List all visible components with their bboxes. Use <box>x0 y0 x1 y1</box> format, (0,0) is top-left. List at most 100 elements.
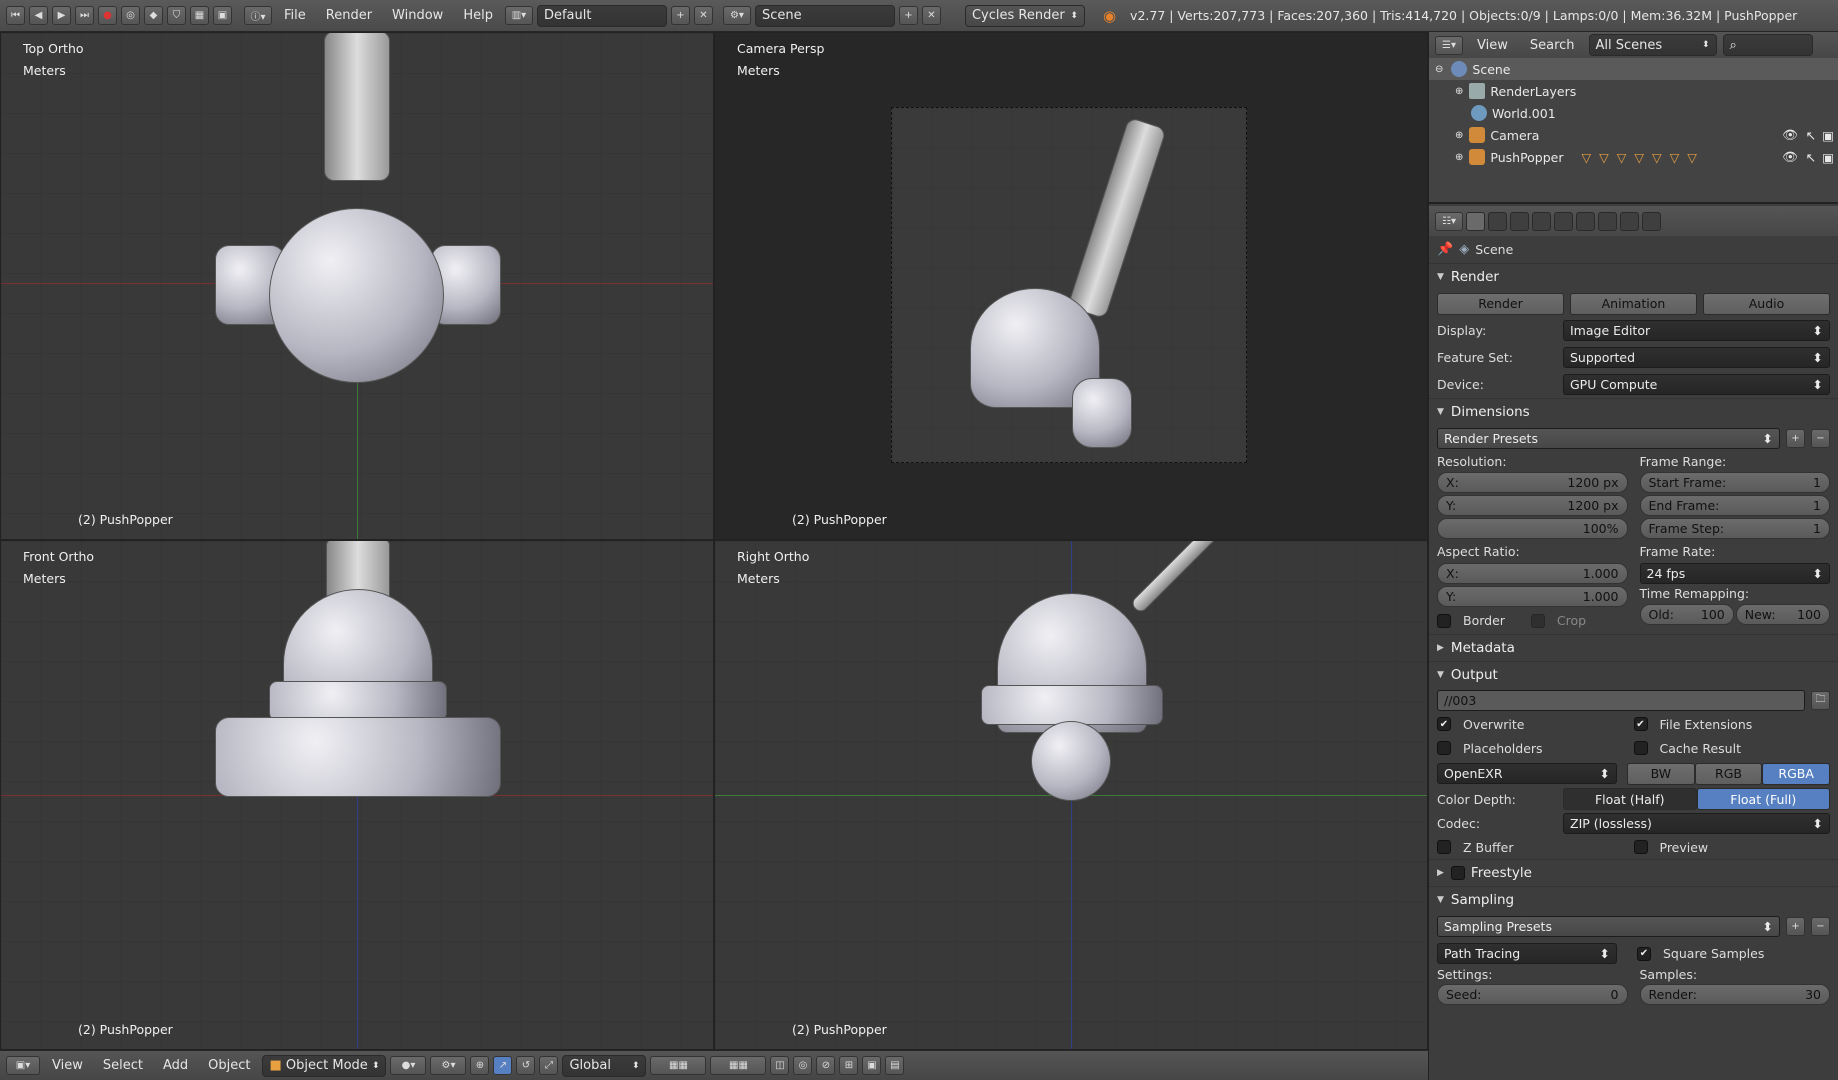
shading-icon[interactable]: ●▾ <box>390 1056 427 1075</box>
render-toggle-icon[interactable]: ▣ <box>1822 128 1834 143</box>
collapse-icon[interactable]: ⊖ <box>1435 64 1443 75</box>
viewport-right-ortho[interactable]: Right Ortho Meters (2) PushPopper <box>714 540 1428 1050</box>
menu-help[interactable]: Help <box>455 8 501 23</box>
render-presets-select[interactable]: Render Presets ⬍ <box>1437 428 1780 449</box>
outliner-item-world[interactable]: World.001 <box>1429 102 1838 124</box>
object-tab-icon[interactable] <box>1554 211 1573 231</box>
constraints-tab-icon[interactable] <box>1576 211 1595 231</box>
overwrite-checkbox[interactable]: ✔ <box>1437 717 1451 731</box>
close-icon[interactable]: ✕ <box>693 6 713 25</box>
add-preset-icon[interactable]: + <box>1786 917 1805 936</box>
scene-field[interactable]: Scene <box>754 4 895 27</box>
color-rgba-button[interactable]: RGBA <box>1762 762 1831 785</box>
play-icon[interactable]: ▶ <box>52 6 71 25</box>
cache-checkbox[interactable] <box>1633 741 1648 755</box>
expand-icon[interactable]: ⊕ <box>1455 152 1463 163</box>
preview-checkbox[interactable] <box>1633 840 1648 854</box>
search-input[interactable]: ⌕ <box>1722 34 1813 56</box>
float-half-button[interactable]: Float (Half) <box>1563 788 1697 810</box>
eye-icon[interactable]: 👁 <box>1782 149 1798 165</box>
jump-end-icon[interactable]: ⏭ <box>75 6 94 25</box>
render-button[interactable]: Render <box>1437 292 1564 315</box>
sampling-presets-select[interactable]: Sampling Presets ⬍ <box>1437 916 1780 937</box>
viewport-front-ortho[interactable]: Front Ortho Meters (2) PushPopper <box>0 540 714 1050</box>
codec-select[interactable]: ZIP (lossless) ⬍ <box>1563 812 1830 834</box>
keyframe-icon[interactable]: ◆ <box>144 6 163 25</box>
float-full-button[interactable]: Float (Full) <box>1696 788 1830 810</box>
remove-preset-icon[interactable]: − <box>1811 917 1830 936</box>
output-panel-header[interactable]: ▼ Output <box>1437 662 1830 688</box>
zbuffer-checkbox[interactable] <box>1437 840 1451 854</box>
sampling-panel-header[interactable]: ▼ Sampling <box>1437 887 1830 913</box>
layers-tab-icon[interactable] <box>1488 211 1507 231</box>
animation-button[interactable]: Animation <box>1570 292 1697 315</box>
scale-icon[interactable]: ⤢ <box>539 1056 559 1075</box>
freestyle-checkbox[interactable] <box>1450 866 1465 880</box>
add-preset-icon[interactable]: + <box>1786 429 1805 448</box>
menu-object[interactable]: Object <box>200 1058 258 1073</box>
editor-type-icon[interactable]: ☷▾ <box>1435 211 1463 231</box>
render-engine-select[interactable]: Cycles Render ⬍ <box>964 4 1085 27</box>
menu-window[interactable]: Window <box>384 8 451 23</box>
layout-icon[interactable]: ▥▾ <box>504 6 533 25</box>
res-x-field[interactable]: X: 1200 px <box>1437 472 1628 493</box>
crop-checkbox[interactable] <box>1530 613 1545 628</box>
render-anim-icon[interactable]: ▤ <box>885 1056 905 1075</box>
outliner-item-pushpopper[interactable]: ⊕ PushPopper ▽▽▽▽▽▽▽ 👁 ↖ ▣ <box>1429 146 1838 168</box>
editor-type-icon[interactable]: ▣▾ <box>6 1056 40 1075</box>
menu-view[interactable]: View <box>44 1058 91 1073</box>
res-percent-field[interactable]: 100% <box>1437 518 1628 539</box>
checker-icon[interactable]: ▦ <box>190 6 209 25</box>
menu-view[interactable]: View <box>1469 38 1516 53</box>
layers-icon-2[interactable]: ▦▦ <box>710 1056 767 1075</box>
lock-icon[interactable]: ◫ <box>770 1056 790 1075</box>
outliner-item-scene[interactable]: ⊖ Scene <box>1429 58 1838 80</box>
add-icon[interactable]: + <box>670 6 690 25</box>
render-samples-field[interactable]: Render: 30 <box>1639 984 1830 1005</box>
screen-layout-field[interactable]: Default <box>536 4 667 27</box>
menu-add[interactable]: Add <box>155 1058 196 1073</box>
editor-type-icon[interactable]: ☰▾ <box>1435 35 1463 55</box>
orientation-select[interactable]: Global ⬍ <box>562 1054 647 1077</box>
record-icon[interactable]: ● <box>98 6 117 25</box>
outliner-item-camera[interactable]: ⊕ Camera 👁 ↖ ▣ <box>1429 124 1838 146</box>
jump-start-icon[interactable]: ⏮ <box>6 6 25 25</box>
render-icon[interactable]: ▣ <box>862 1056 882 1075</box>
expand-icon[interactable]: ⊕ <box>1455 86 1463 97</box>
rotate-icon[interactable]: ↺ <box>516 1056 536 1075</box>
delete-scene-icon[interactable]: ✕ <box>921 6 941 25</box>
shield-icon[interactable]: ⛉ <box>167 6 186 25</box>
aspect-x-field[interactable]: X: 1.000 <box>1437 563 1628 584</box>
square-samples-checkbox[interactable]: ✔ <box>1637 946 1651 961</box>
border-checkbox[interactable] <box>1437 613 1451 628</box>
render-toggle-icon[interactable]: ▣ <box>1822 150 1834 165</box>
file-format-select[interactable]: OpenEXR ⬍ <box>1437 763 1617 784</box>
mode-select[interactable]: ■ Object Mode ⬍ <box>262 1054 387 1077</box>
output-path-input[interactable]: //003 <box>1437 689 1805 711</box>
old-field[interactable]: Old: 100 <box>1639 604 1734 625</box>
modifiers-tab-icon[interactable] <box>1598 211 1617 231</box>
texture-tab-icon[interactable] <box>1620 211 1639 231</box>
keying-icon[interactable]: ◎ <box>121 6 140 25</box>
folder-icon[interactable]: 🗀 <box>1811 690 1830 710</box>
layers-icon[interactable]: ▦▦ <box>650 1056 707 1075</box>
translate-icon[interactable]: ↗ <box>493 1056 513 1075</box>
viewport-camera-persp[interactable]: Camera Persp Meters (2) PushPopper <box>714 32 1428 540</box>
manipulator-icon[interactable]: ⊕ <box>470 1056 490 1075</box>
info-editor-icon[interactable]: ⓘ▾ <box>244 6 272 25</box>
placeholders-checkbox[interactable] <box>1437 741 1451 755</box>
display-select[interactable]: Image Editor ⬍ <box>1563 320 1830 341</box>
camera-icon[interactable]: ▣ <box>213 6 232 25</box>
audio-button[interactable]: Audio <box>1703 292 1830 315</box>
device-select[interactable]: GPU Compute ⬍ <box>1563 374 1830 395</box>
proportional-icon[interactable]: ◎ <box>793 1056 813 1075</box>
color-bw-button[interactable]: BW <box>1627 762 1695 785</box>
seed-field[interactable]: Seed: 0 <box>1437 984 1628 1005</box>
cursor-icon[interactable]: ↖ <box>1806 150 1816 165</box>
start-frame-field[interactable]: Start Frame: 1 <box>1639 472 1830 493</box>
remove-preset-icon[interactable]: − <box>1811 429 1830 448</box>
expand-icon[interactable]: ⊕ <box>1455 130 1463 141</box>
frame-rate-select[interactable]: 24 fps ⬍ <box>1639 563 1830 584</box>
end-frame-field[interactable]: End Frame: 1 <box>1639 495 1830 516</box>
pivot-icon[interactable]: ⚙▾ <box>430 1056 467 1075</box>
